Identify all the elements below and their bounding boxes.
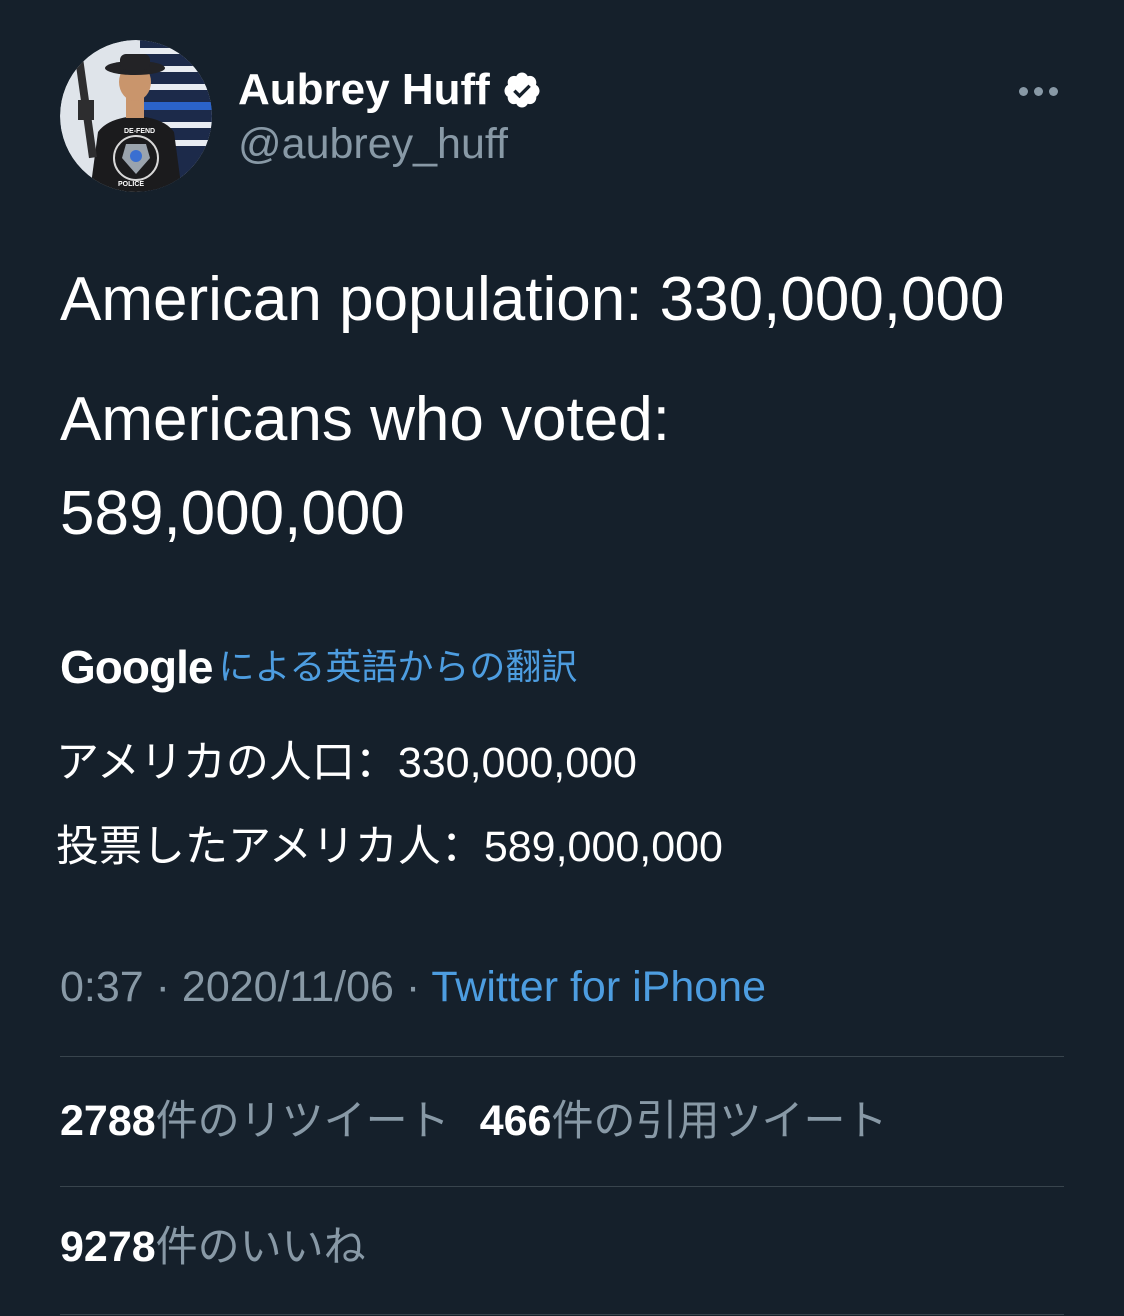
quote-tweets-stat[interactable]: 466 件の引用ツイート xyxy=(480,1094,888,1148)
google-logo: Google xyxy=(60,641,213,693)
avatar[interactable]: DE-FEND POLICE xyxy=(60,40,212,192)
likes-label: 件のいいね xyxy=(155,1223,366,1270)
more-horizontal-icon[interactable] xyxy=(1010,76,1066,106)
quote-tweets-count: 466 xyxy=(479,1097,552,1145)
likes-stats-row: 9278 件のいいね xyxy=(60,1220,366,1274)
retweets-stat[interactable]: 2788 件のリツイート xyxy=(60,1094,450,1148)
verified-badge-icon xyxy=(502,70,542,110)
author-handle[interactable]: @aubrey_huff xyxy=(238,118,508,170)
avatar-badge-top: DE-FEND xyxy=(124,128,155,135)
meta-separator: · xyxy=(393,963,432,1011)
translation-label[interactable]: による英語からの翻訳 xyxy=(218,640,577,694)
likes-stat[interactable]: 9278 件のいいね xyxy=(60,1220,366,1274)
more-dot xyxy=(1018,86,1028,96)
avatar-image: DE-FEND POLICE xyxy=(60,40,212,192)
retweets-label: 件のリツイート xyxy=(155,1097,450,1144)
meta-separator: · xyxy=(143,963,182,1011)
tweet-text-line-2: Americans who voted: xyxy=(60,385,670,454)
author-display-name[interactable]: Aubrey Huff xyxy=(238,64,490,116)
tweet-text-line-1: American population: 330,000,000 xyxy=(60,265,1005,334)
translation-attribution[interactable]: Google による英語からの翻訳 xyxy=(60,640,577,694)
tweet-time[interactable]: 0:37 xyxy=(60,963,144,1011)
tweet-source-link[interactable]: Twitter for iPhone xyxy=(431,963,766,1011)
translated-text-line-2: 投票したアメリカ人：589,000,000 xyxy=(56,823,723,871)
tweet-meta: 0:37 · 2020/11/06 · Twitter for iPhone xyxy=(60,960,766,1014)
avatar-badge-bottom: POLICE xyxy=(118,181,144,188)
more-dot xyxy=(1048,86,1058,96)
likes-count: 9278 xyxy=(60,1223,156,1271)
engagement-stats-row: 2788 件のリツイート 466 件の引用ツイート xyxy=(60,1094,887,1148)
divider xyxy=(60,1056,1064,1057)
quote-tweets-label: 件の引用ツイート xyxy=(551,1097,888,1144)
translated-text-line-1: アメリカの人口：330,000,000 xyxy=(56,739,637,787)
retweets-count: 2788 xyxy=(60,1097,156,1145)
divider xyxy=(60,1186,1064,1187)
tweet-date[interactable]: 2020/11/06 xyxy=(182,963,394,1011)
author-name-row[interactable]: Aubrey Huff xyxy=(238,64,542,116)
divider xyxy=(60,1314,1064,1315)
more-dot xyxy=(1033,86,1043,96)
tweet-text-line-3: 589,000,000 xyxy=(60,479,405,548)
